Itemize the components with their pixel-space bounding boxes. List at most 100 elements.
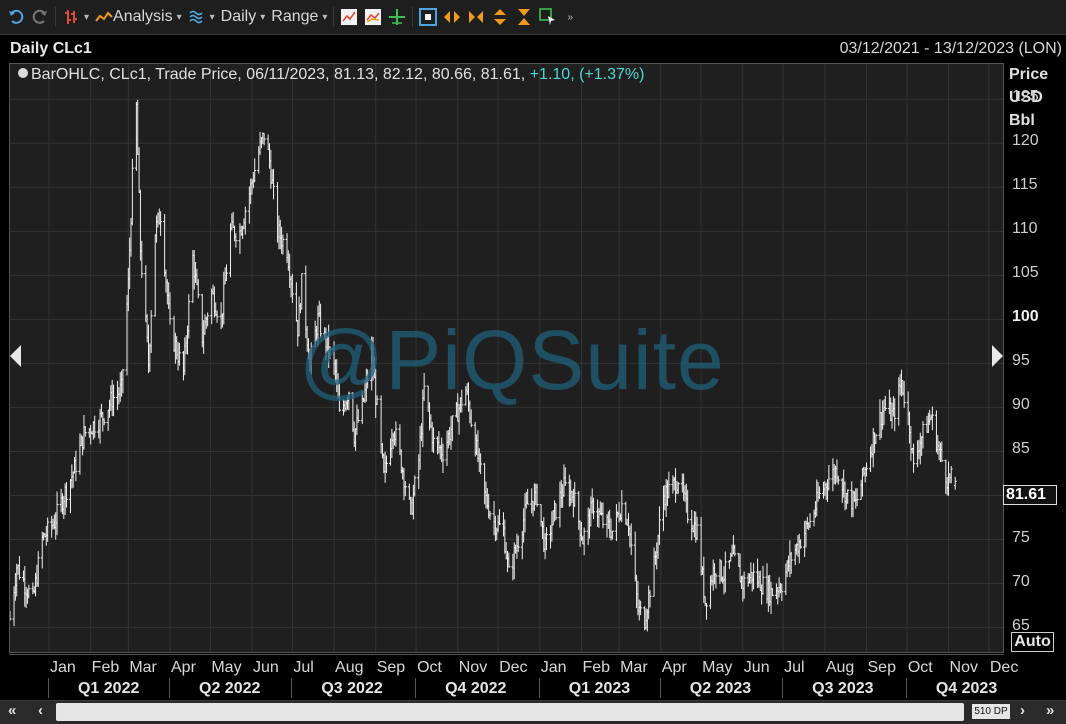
x-quarter-separator [169,678,170,698]
overlay-menu[interactable]: ▾ [185,5,218,29]
x-quarter-label: Q1 2023 [568,680,631,697]
y-unit-price: Price [1009,66,1049,83]
x-month-label: Jul [784,659,805,676]
interval-label: Daily [220,8,257,25]
x-month-label: Jun [743,659,770,676]
x-quarter-label: Q2 2023 [689,680,752,697]
x-quarter-separator [291,678,293,698]
series-info-icon[interactable] [18,68,28,78]
analysis-label: Analysis [113,8,173,25]
x-month-label: Sep [867,659,896,676]
y-tick-label: 105 [1012,264,1039,282]
select-cursor-icon [539,8,556,25]
select-cursor-button[interactable] [536,5,560,29]
y-tick-label: 75 [1012,528,1030,546]
series-legend: BarOHLC, CLc1, Trade Price, 06/11/2023, … [18,66,644,84]
date-range: 03/12/2021 - 13/12/2023 (LON) [839,40,1062,57]
x-month-label: Jan [49,659,76,676]
arrows-inward-icon [469,11,484,23]
y-tick-label: 120 [1012,132,1039,150]
toolbar: ▾ Analysis ▾ ▾ Daily ▾ Range ▾ » [0,0,1066,35]
scrollbar-thumb[interactable] [56,703,964,721]
more-tools-menu[interactable]: » [560,5,576,29]
y-tick-label: 95 [1012,352,1030,370]
x-month-label: Mar [620,659,648,676]
y-unit-volume: Bbl [1009,112,1035,129]
pan-horizontal-button[interactable] [440,5,464,29]
x-month-label: Apr [171,659,196,676]
x-month-label: Feb [91,659,120,676]
auto-scale-button[interactable]: Auto [1011,632,1054,652]
undo-icon [9,9,24,24]
analysis-menu[interactable]: Analysis ▾ [92,5,185,29]
analysis-line-icon [95,11,113,22]
crosshair-icon [389,9,406,25]
zoom-box-icon [419,8,438,26]
y-tick-label: 110 [1012,220,1038,238]
x-quarter-label: Q2 2022 [199,680,261,697]
x-month-label: Mar [129,659,157,676]
scroll-left-arrow-icon[interactable] [10,345,21,367]
x-month-label: Aug [335,659,364,676]
line-chart-icon [341,9,358,25]
chevron-down-icon: ▾ [209,11,215,23]
ohlc-chart [10,64,1003,652]
x-month-label: Oct [417,659,442,676]
line-chart-button[interactable] [337,5,361,29]
scroll-forward-icon[interactable]: › [1020,702,1025,719]
x-quarter-separator [538,678,540,698]
zoom-box-button[interactable] [416,5,440,29]
last-price-marker: 81.61 [1003,485,1057,505]
redo-icon [32,9,47,24]
x-quarter-separator [782,678,784,698]
legend-text: BarOHLC, CLc1, Trade Price, 06/11/2023, … [31,66,526,83]
x-month-label: Jun [253,659,279,676]
data-points-count: 510 DP [972,704,1010,719]
x-quarter-label: Q3 2023 [812,680,874,697]
hourglass-icon [518,9,531,25]
undo-button[interactable] [4,5,28,29]
x-month-label: Apr [661,659,687,676]
pan-vertical-button[interactable] [488,5,512,29]
scroll-to-start-icon[interactable]: « [8,702,16,719]
x-month-label: Sep [376,659,406,676]
range-menu[interactable]: Range ▾ [268,5,330,29]
zoom-horizontal-button[interactable] [464,5,488,29]
y-tick-label: 90 [1012,396,1030,414]
chart-title: Daily CLc1 [10,40,92,57]
ohlc-bars-icon [65,10,77,24]
toolbar-separator [412,7,414,27]
scroll-back-icon[interactable]: ‹ [38,702,43,719]
x-month-label: May [702,659,733,676]
chevron-down-icon: ▾ [84,11,90,23]
toolbar-separator [333,7,335,27]
x-quarter-label: Q4 2022 [445,680,507,697]
compare-chart-button[interactable] [361,5,385,29]
y-tick-label: 70 [1012,572,1030,590]
x-month-label: Oct [907,659,933,676]
compare-chart-icon [365,9,382,25]
y-tick-label: 85 [1012,440,1030,458]
plot-area[interactable] [9,63,1004,653]
x-month-label: Dec [499,659,528,676]
x-quarter-separator [47,678,49,698]
chevron-down-icon: ▾ [322,11,328,23]
y-tick-label: 125 [1012,88,1039,106]
crosshair-button[interactable] [385,5,409,29]
scroll-right-arrow-icon[interactable] [992,345,1003,367]
double-chevron-down-icon: » [567,11,574,23]
interval-menu[interactable]: Daily ▾ [218,5,269,29]
x-month-label: Jan [540,659,567,676]
toolbar-separator [55,7,56,27]
redo-button[interactable] [28,5,52,29]
x-quarter-label: Q4 2023 [935,680,998,697]
chart-type-button[interactable]: ▾ [59,5,92,29]
zoom-vertical-button[interactable] [512,5,536,29]
x-quarter-label: Q1 2022 [77,680,140,697]
x-month-label: Jul [293,659,314,676]
x-month-label: Feb [582,659,611,676]
x-quarter-separator [905,678,907,698]
scroll-to-end-icon[interactable]: » [1046,702,1054,719]
y-tick-label: 115 [1012,176,1038,194]
legend-change: +1.10, (+1.37%) [529,66,645,83]
